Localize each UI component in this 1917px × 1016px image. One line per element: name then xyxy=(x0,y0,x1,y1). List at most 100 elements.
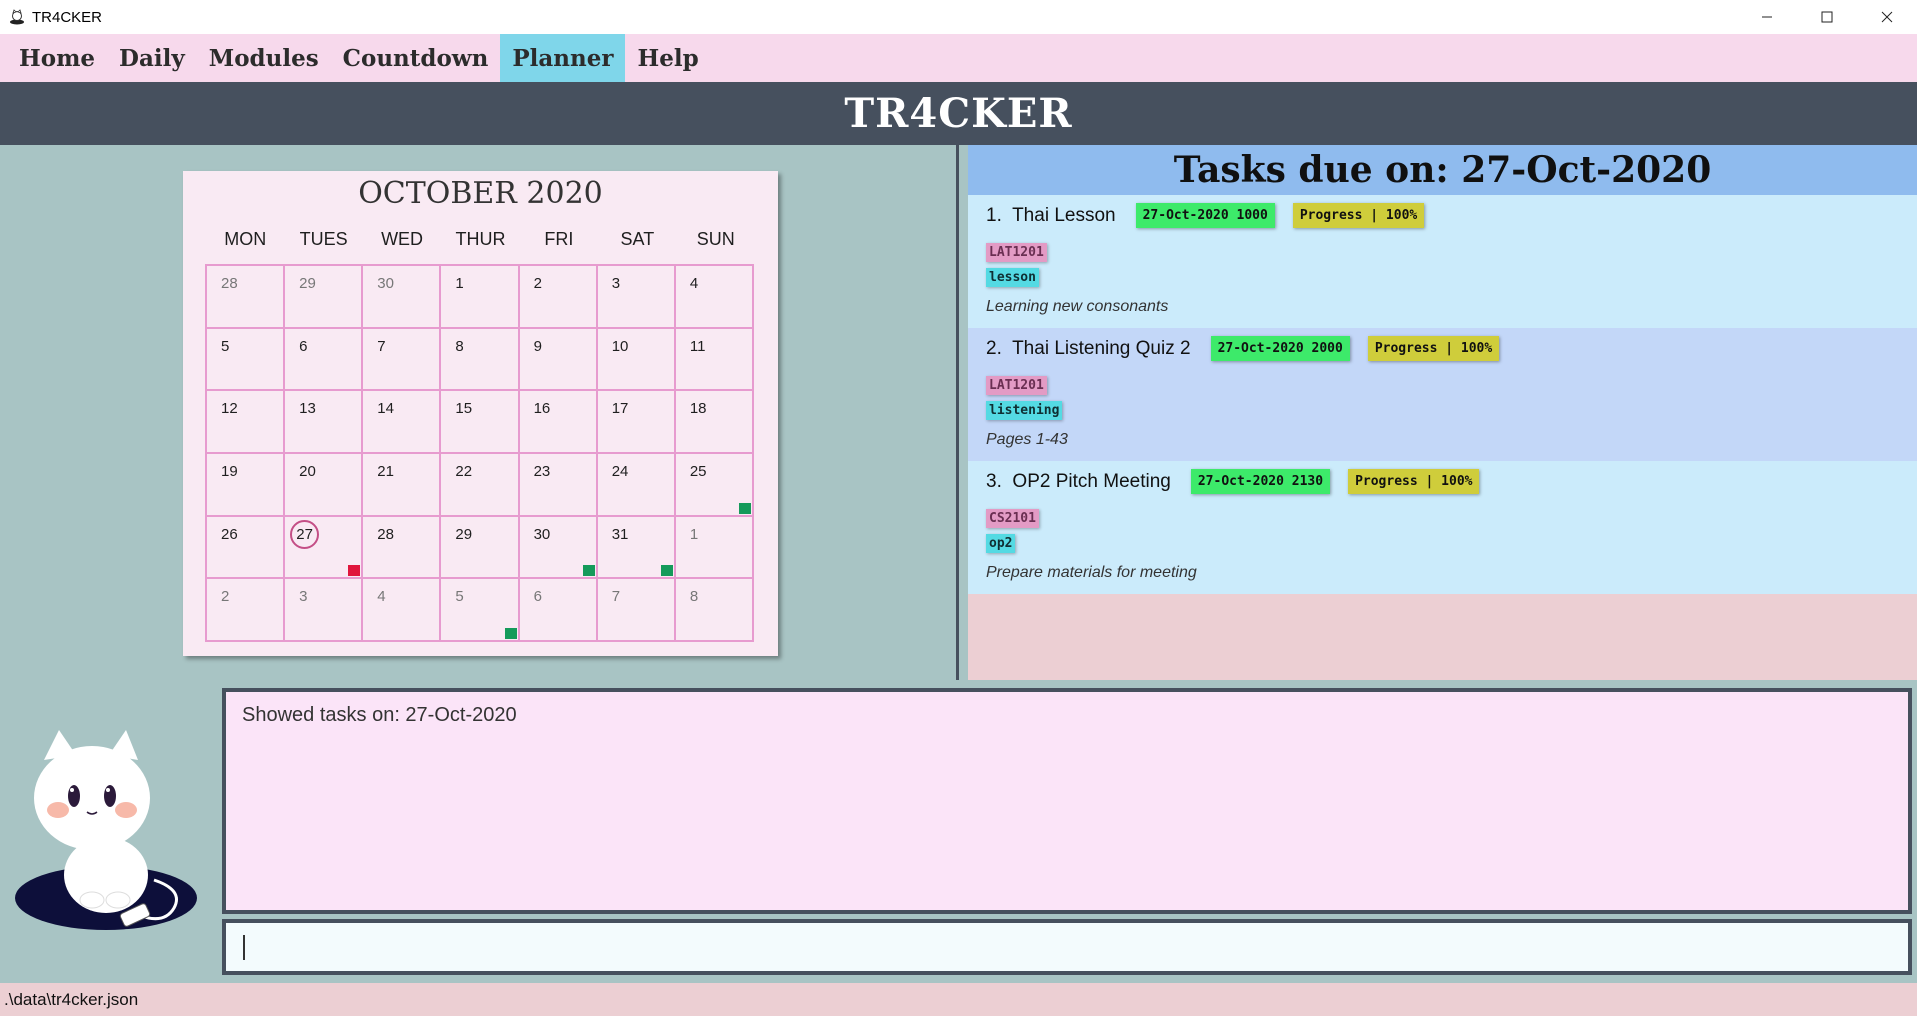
calendar-day[interactable]: 29 xyxy=(441,516,520,580)
window-controls xyxy=(1737,0,1917,34)
task-description: Prepare materials for meeting xyxy=(986,564,1197,581)
menu-countdown[interactable]: Countdown xyxy=(331,34,501,82)
task-datetime-badge: 27-Oct-2020 1000 xyxy=(1135,203,1275,228)
calendar-day-number: 5 xyxy=(221,337,230,355)
calendar-day-number: 30 xyxy=(377,275,394,292)
calendar-day[interactable]: 3 xyxy=(597,266,676,329)
menu-help[interactable]: Help xyxy=(625,34,710,82)
calendar-day[interactable]: 20 xyxy=(285,454,364,517)
calendar-day[interactable]: 5 xyxy=(441,579,520,642)
calendar-weekday: TUES xyxy=(299,229,348,249)
maximize-icon[interactable] xyxy=(1797,0,1857,34)
calendar-day-number: 20 xyxy=(299,463,316,480)
calendar-day-number: 10 xyxy=(611,337,629,355)
calendar-day[interactable]: 2 xyxy=(207,579,286,642)
calendar-day[interactable]: 1 xyxy=(441,266,520,329)
menu-planner[interactable]: Planner xyxy=(500,34,626,82)
menu-daily[interactable]: Daily xyxy=(107,34,197,82)
calendar-day-number: 2 xyxy=(533,275,542,292)
close-icon[interactable] xyxy=(1857,0,1917,34)
task-progress-badge: Progress | 100% xyxy=(1367,336,1500,361)
calendar-day[interactable]: 8 xyxy=(675,579,754,642)
calendar-day-number: 8 xyxy=(689,588,699,606)
task-progress-badge: Progress | 100% xyxy=(1292,203,1425,228)
calendar-day[interactable]: 24 xyxy=(597,454,676,517)
task-progress-badge: Progress | 100% xyxy=(1348,469,1480,494)
calendar-day[interactable]: 21 xyxy=(363,454,442,517)
banner-title: TR4CKER xyxy=(844,90,1073,137)
calendar-day[interactable]: 26 xyxy=(207,516,286,580)
minimize-icon[interactable] xyxy=(1737,0,1797,34)
calendar-day-number: 11 xyxy=(689,337,706,355)
calendar-day[interactable]: 6 xyxy=(519,579,598,642)
app-banner: TR4CKER xyxy=(0,82,1917,145)
calendar-pane: OCTOBER 2020 MON TUES WED THUR FRI SAT SUN 28 2… xyxy=(0,145,956,680)
calendar-day-number: 14 xyxy=(377,400,394,418)
calendar-day[interactable]: 9 xyxy=(519,328,598,392)
calendar-day[interactable]: 10 xyxy=(597,328,676,392)
calendar: OCTOBER 2020 MON TUES WED THUR FRI SAT SUN 28 2… xyxy=(183,171,778,656)
calendar-day[interactable]: 4 xyxy=(675,266,754,329)
calendar-weekday: THUR xyxy=(455,229,506,249)
calendar-day-number: 24 xyxy=(611,463,629,480)
calendar-day[interactable]: 4 xyxy=(363,579,442,642)
task-marker-green xyxy=(504,628,517,639)
calendar-day-number: 7 xyxy=(611,588,621,606)
calendar-day[interactable]: 30 xyxy=(363,266,442,329)
calendar-weekday-header: MON TUES WED THUR FRI SAT SUN xyxy=(206,229,755,250)
task-module-tag: LAT1201 xyxy=(986,376,1047,395)
pane-divider[interactable] xyxy=(956,145,959,680)
result-text: Showed tasks on: 27-Oct-2020 xyxy=(242,704,517,726)
text-caret xyxy=(243,935,245,960)
calendar-day-number: 28 xyxy=(221,275,238,292)
calendar-day[interactable]: 28 xyxy=(207,266,286,329)
calendar-day[interactable]: 7 xyxy=(363,328,442,392)
calendar-day-number: 23 xyxy=(533,463,551,480)
calendar-day-number: 28 xyxy=(377,525,394,543)
calendar-day[interactable]: 30 xyxy=(519,516,598,580)
calendar-day-number: 31 xyxy=(611,525,629,543)
calendar-day[interactable]: 23 xyxy=(519,454,598,517)
menu-home[interactable]: Home xyxy=(7,34,107,82)
calendar-day[interactable]: 31 xyxy=(597,516,676,580)
calendar-day-number: 29 xyxy=(299,275,316,292)
calendar-day[interactable]: 1 xyxy=(675,516,754,580)
calendar-day[interactable]: 12 xyxy=(207,391,286,454)
cat-mascot-image xyxy=(14,730,200,935)
command-input[interactable] xyxy=(222,919,1912,975)
window-titlebar: TR4CKER xyxy=(0,0,1917,34)
task-description: Pages 1-43 xyxy=(986,431,1068,448)
calendar-day-number: 4 xyxy=(377,588,386,606)
calendar-day[interactable]: 25 xyxy=(675,454,754,517)
calendar-day-today[interactable]: 27 xyxy=(285,516,364,580)
calendar-day[interactable]: 8 xyxy=(441,328,520,392)
status-file-path: .\data\tr4cker.json xyxy=(4,989,139,1009)
calendar-day[interactable]: 7 xyxy=(597,579,676,642)
calendar-day[interactable]: 22 xyxy=(441,454,520,517)
calendar-day[interactable]: 5 xyxy=(207,328,286,392)
task-type-tag: lesson xyxy=(986,268,1039,287)
task-title: 1. Thai Lesson xyxy=(986,204,1116,226)
calendar-day-number: 29 xyxy=(455,525,473,543)
calendar-day[interactable]: 14 xyxy=(363,391,442,454)
calendar-day[interactable]: 15 xyxy=(441,391,520,454)
calendar-day[interactable]: 13 xyxy=(285,391,364,454)
task-card[interactable]: 1. Thai Lesson 27-Oct-2020 1000 Progress… xyxy=(968,195,1917,328)
task-card[interactable]: 2. Thai Listening Quiz 2 27-Oct-2020 200… xyxy=(968,328,1917,461)
calendar-day-number: 13 xyxy=(299,400,316,418)
calendar-day[interactable]: 28 xyxy=(363,516,442,580)
calendar-day[interactable]: 2 xyxy=(519,266,598,329)
task-description: Learning new consonants xyxy=(986,298,1169,315)
calendar-day[interactable]: 18 xyxy=(675,391,754,454)
calendar-day[interactable]: 3 xyxy=(285,579,364,642)
calendar-day[interactable]: 11 xyxy=(675,328,754,392)
calendar-day[interactable]: 29 xyxy=(285,266,364,329)
calendar-day[interactable]: 17 xyxy=(597,391,676,454)
calendar-day-number: 3 xyxy=(299,588,308,606)
menu-modules[interactable]: Modules xyxy=(197,34,331,82)
tasks-header-title: Tasks due on: 27-Oct-2020 xyxy=(1173,149,1712,191)
task-card[interactable]: 3. OP2 Pitch Meeting 27-Oct-2020 2130 Pr… xyxy=(968,461,1917,594)
calendar-day[interactable]: 6 xyxy=(285,328,364,392)
calendar-day[interactable]: 16 xyxy=(519,391,598,454)
calendar-day[interactable]: 19 xyxy=(207,454,286,517)
